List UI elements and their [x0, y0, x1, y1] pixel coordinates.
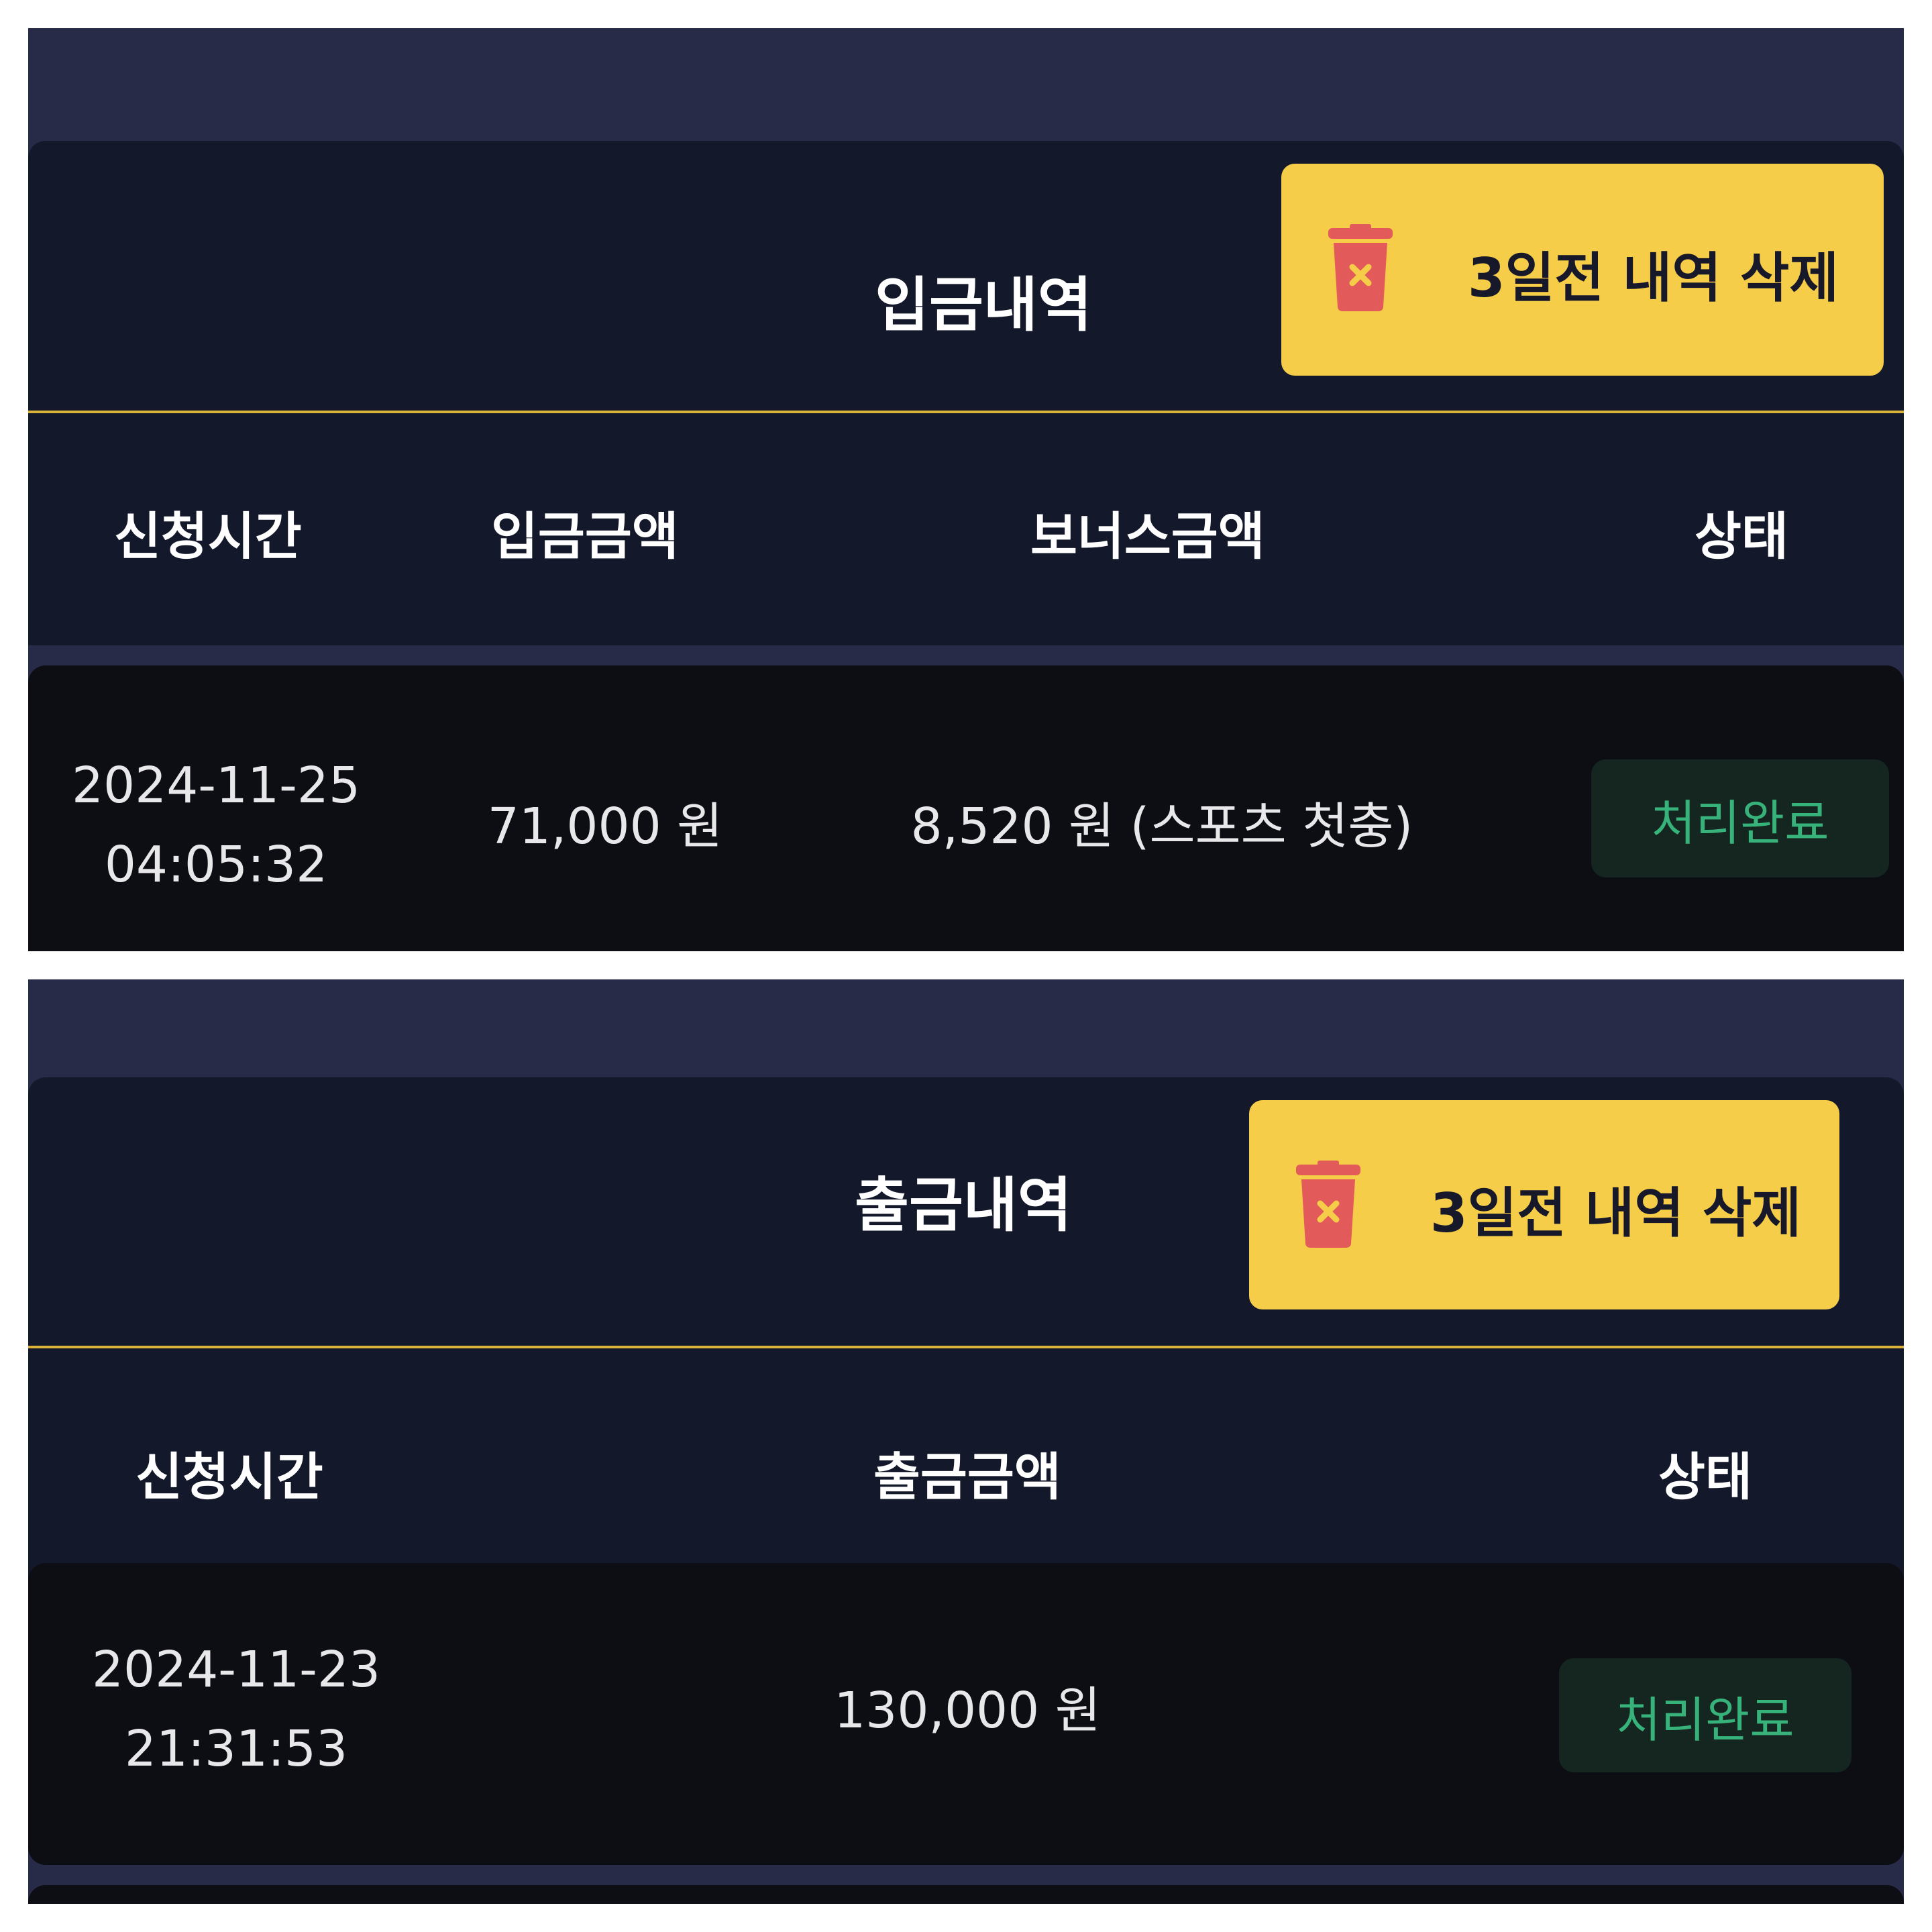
delete-button-label: 3일전 내역 삭제 [1430, 1182, 1801, 1244]
delete-old-deposits-button[interactable]: 3일전 내역 삭제 [1281, 164, 1884, 376]
header-divider [28, 1346, 1904, 1348]
request-time-cell: 2024-11-23 21:31:53 [89, 1630, 384, 1788]
column-header-status: 상태 [1695, 506, 1788, 566]
request-date: 2024-11-25 [71, 757, 361, 814]
trash-icon [1296, 1161, 1360, 1248]
status-badge: 처리완료 [1559, 1658, 1851, 1772]
delete-button-label: 3일전 내역 삭제 [1468, 247, 1839, 309]
request-time: 21:31:53 [124, 1720, 348, 1778]
table-row: 2024-11-23 21:31:53 130,000 원 처리완료 [28, 1563, 1904, 1865]
column-header-request-time: 신청시간 [136, 1447, 323, 1507]
request-date: 2024-11-23 [91, 1641, 381, 1699]
column-header-request-time: 신청시간 [114, 506, 302, 566]
delete-old-withdrawals-button[interactable]: 3일전 내역 삭제 [1249, 1100, 1839, 1309]
column-header-status: 상태 [1658, 1447, 1752, 1507]
request-time: 04:05:32 [104, 836, 328, 894]
header-divider [28, 411, 1904, 413]
column-header-bonus-amount: 보너스금액 [1030, 506, 1265, 566]
deposit-section-title: 입금내역 [875, 270, 1092, 339]
withdrawal-history-panel: 출금내역 3일전 내역 삭제 신청시간 출금금액 상태 2024-11-23 2… [28, 979, 1904, 1904]
column-header-deposit-amount: 입금금액 [491, 506, 679, 566]
column-header-withdraw-amount: 출금금액 [873, 1447, 1061, 1507]
table-row: 2024-11-25 04:05:32 71,000 원 8,520 원 (스포… [28, 665, 1904, 951]
withdrawal-section-title: 출금내역 [855, 1171, 1072, 1240]
request-time-cell: 2024-11-25 04:05:32 [68, 746, 364, 904]
deposit-amount-cell: 71,000 원 [487, 798, 723, 855]
deposit-header-card: 입금내역 3일전 내역 삭제 신청시간 입금금액 보너스금액 상태 [28, 141, 1904, 645]
bonus-amount-cell: 8,520 원 (스포츠 첫충) [910, 798, 1413, 855]
withdrawal-header-card: 출금내역 3일전 내역 삭제 신청시간 출금금액 상태 [28, 1077, 1904, 1580]
trash-icon [1328, 224, 1393, 311]
status-badge: 처리완료 [1591, 759, 1889, 877]
withdraw-amount-cell: 130,000 원 [834, 1682, 1101, 1739]
deposit-history-panel: 입금내역 3일전 내역 삭제 신청시간 입금금액 보너스금액 상태 2024-1… [28, 28, 1904, 951]
next-table-row [28, 1885, 1904, 1904]
